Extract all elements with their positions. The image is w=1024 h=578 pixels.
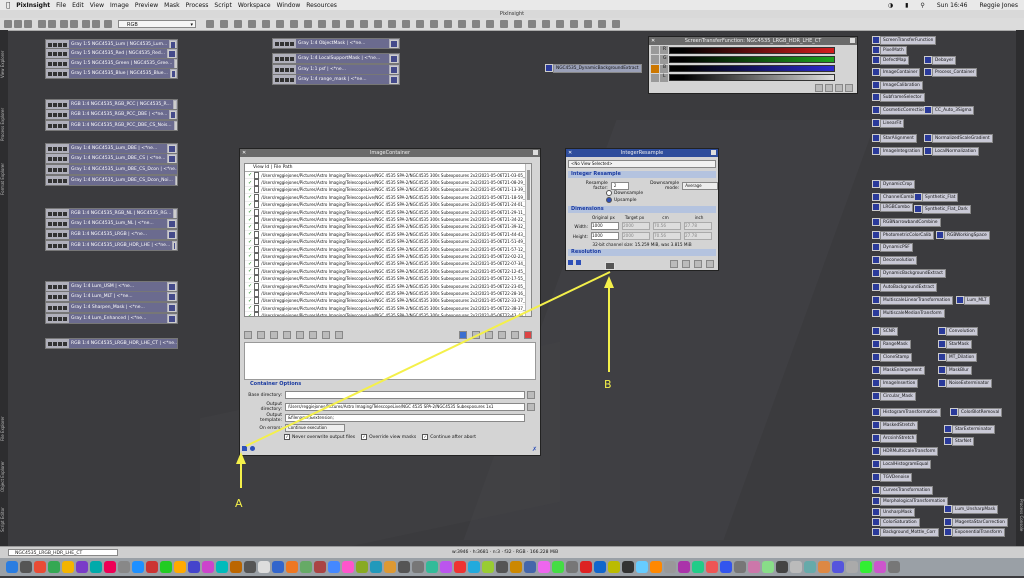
dock-app-icon[interactable] (524, 561, 536, 573)
dock-app-icon[interactable] (874, 561, 886, 573)
dock-app-icon[interactable] (552, 561, 564, 573)
dock-app-icon[interactable] (636, 561, 648, 573)
annotation-line (245, 271, 611, 447)
dock-app-icon[interactable] (104, 561, 116, 573)
dock-app-icon[interactable] (692, 561, 704, 573)
dock-app-icon[interactable] (650, 561, 662, 573)
dock-app-icon[interactable] (202, 561, 214, 573)
dock-app-icon[interactable] (664, 561, 676, 573)
dock-app-icon[interactable] (20, 561, 32, 573)
dock-app-icon[interactable] (510, 561, 522, 573)
arrow-b-head (604, 276, 614, 288)
dock-app-icon[interactable] (230, 561, 242, 573)
dock-app-icon[interactable] (90, 561, 102, 573)
dock-app-icon[interactable] (426, 561, 438, 573)
dock-app-icon[interactable] (34, 561, 46, 573)
dock-app-icon[interactable] (496, 561, 508, 573)
dock-app-icon[interactable] (76, 561, 88, 573)
dock-app-icon[interactable] (132, 561, 144, 573)
annotation-overlay (236, 271, 614, 488)
dock-app-icon[interactable] (258, 561, 270, 573)
dock-app-icon[interactable] (244, 561, 256, 573)
dock-app-icon[interactable] (286, 561, 298, 573)
dock-app-icon[interactable] (790, 561, 802, 573)
dock-app-icon[interactable] (776, 561, 788, 573)
dock-app-icon[interactable] (860, 561, 872, 573)
dock-app-icon[interactable] (720, 561, 732, 573)
dock-app-icon[interactable] (48, 561, 60, 573)
dock-app-icon[interactable] (608, 561, 620, 573)
dock-app-icon[interactable] (804, 561, 816, 573)
dock-app-icon[interactable] (888, 561, 900, 573)
dock-app-icon[interactable] (566, 561, 578, 573)
dock-app-icon[interactable] (118, 561, 130, 573)
dock-app-icon[interactable] (272, 561, 284, 573)
dock-app-icon[interactable] (748, 561, 760, 573)
annotation-label-a: A (235, 497, 243, 510)
image-info-readout: w:3946 · h:3681 · n:3 · f32 · RGB · 166.… (452, 550, 559, 555)
active-view-select[interactable]: NGC4535_LRGB_HDR_LHE_CT (8, 549, 118, 556)
dock-app-icon[interactable] (300, 561, 312, 573)
dock-app-icon[interactable] (762, 561, 774, 573)
dock-app-icon[interactable] (594, 561, 606, 573)
dock-app-icon[interactable] (580, 561, 592, 573)
dock-app-icon[interactable] (356, 561, 368, 573)
active-view-name: NGC4535_LRGB_HDR_LHE_CT (15, 551, 83, 556)
dock-app-icon[interactable] (216, 561, 228, 573)
dock-app-icon[interactable] (454, 561, 466, 573)
dock-app-icon[interactable] (468, 561, 480, 573)
dock-app-icon[interactable] (398, 561, 410, 573)
dock-app-icon[interactable] (706, 561, 718, 573)
dock-app-icon[interactable] (846, 561, 858, 573)
dock-app-icon[interactable] (6, 561, 18, 573)
dock-app-icon[interactable] (678, 561, 690, 573)
dock-app-icon[interactable] (384, 561, 396, 573)
dock-app-icon[interactable] (412, 561, 424, 573)
dock-app-icon[interactable] (314, 561, 326, 573)
dock-app-icon[interactable] (160, 561, 172, 573)
dock-app-icon[interactable] (188, 561, 200, 573)
dock-app-icon[interactable] (440, 561, 452, 573)
arrow-a-head (236, 452, 246, 464)
dock-app-icon[interactable] (342, 561, 354, 573)
dock-app-icon[interactable] (622, 561, 634, 573)
mac-dock (0, 558, 1024, 576)
dock-app-icon[interactable] (832, 561, 844, 573)
dock-app-icon[interactable] (328, 561, 340, 573)
dock-app-icon[interactable] (62, 561, 74, 573)
dock-app-icon[interactable] (538, 561, 550, 573)
dock-app-icon[interactable] (174, 561, 186, 573)
dock-app-icon[interactable] (370, 561, 382, 573)
dock-app-icon[interactable] (482, 561, 494, 573)
dock-app-icon[interactable] (818, 561, 830, 573)
dock-app-icon[interactable] (146, 561, 158, 573)
dock-app-icon[interactable] (734, 561, 746, 573)
annotation-label-b: B (604, 378, 612, 391)
